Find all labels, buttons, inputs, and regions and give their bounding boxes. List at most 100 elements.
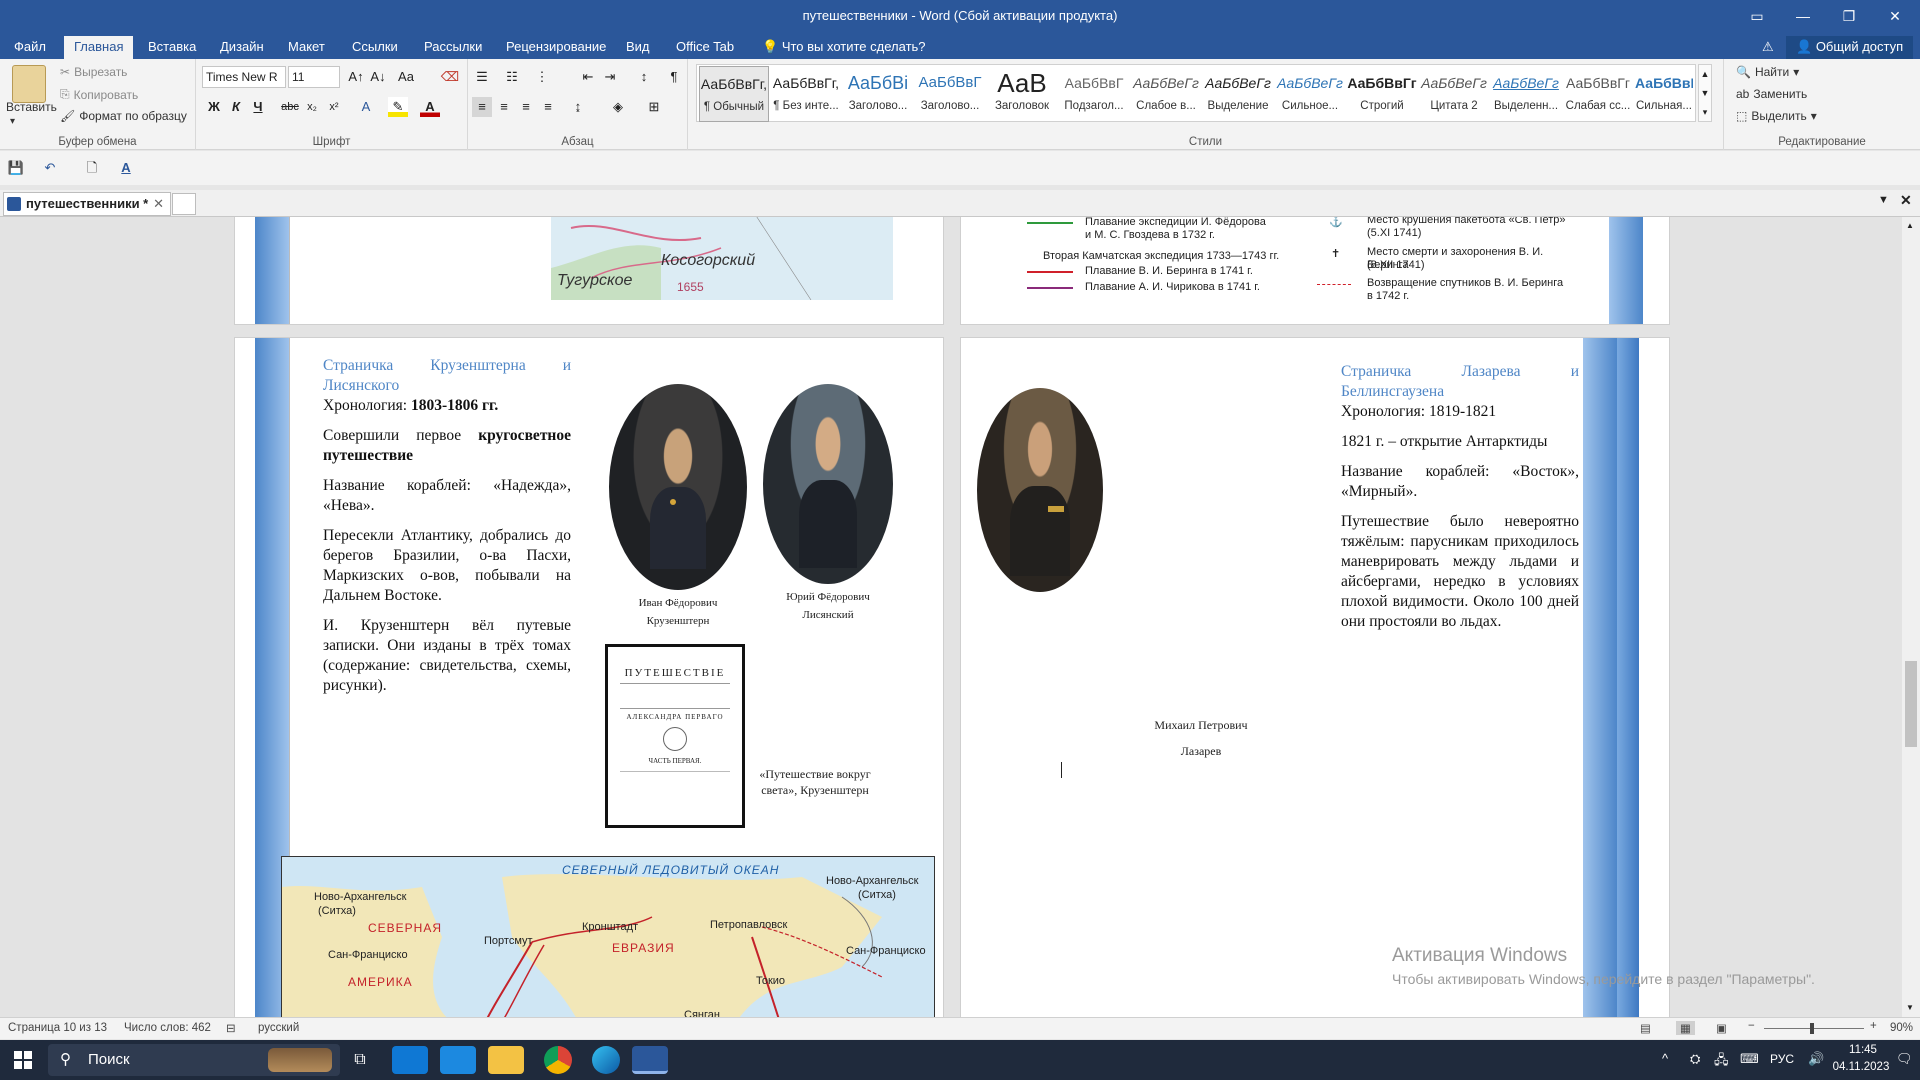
save-icon[interactable]: 💾 [6,158,26,178]
line-spacing-icon[interactable]: ↨ [568,97,588,117]
grow-font-icon[interactable]: A↑ [346,67,366,87]
copy-button[interactable]: ⎘ Копировать [60,87,138,102]
chrome-icon[interactable] [544,1046,572,1074]
close-tab-icon[interactable]: ✕ [153,193,164,215]
style-title[interactable]: АаВ Заголовок [987,66,1057,122]
decrease-indent-icon[interactable]: ⇤ [578,67,598,87]
new-tab-button[interactable] [172,193,196,215]
style-subtitle[interactable]: АаБбВвГ Подзагол... [1059,66,1129,122]
cut-button[interactable]: ✂ Вырезать [60,65,127,79]
clear-format-icon[interactable]: ⌫ [440,67,460,87]
style-heading-2[interactable]: АаБбВвГ Заголово... [915,66,985,122]
document-tab[interactable]: путешественники * ✕ [3,192,171,216]
increase-indent-icon[interactable]: ⇥ [600,67,620,87]
keyboard-icon[interactable]: ⌨ [1740,1051,1759,1067]
network-icon[interactable]: 🖧 [1714,1051,1729,1073]
tab-office-tab[interactable]: Office Tab [666,36,744,59]
tab-layout[interactable]: Макет [278,36,335,59]
input-language[interactable]: РУС [1770,1052,1794,1066]
close-all-icon[interactable]: ✕ [1900,192,1912,209]
style-subtle-reference[interactable]: АаБбВвГг Слабая сс... [1563,66,1633,122]
language-indicator[interactable]: русский [258,1022,299,1034]
tab-references[interactable]: Ссылки [342,36,408,59]
find-button[interactable]: 🔍 Найти ▾ [1736,65,1799,79]
proofing-icon[interactable]: ⊟ [226,1021,236,1035]
new-document-icon[interactable]: 🗋 [82,158,102,178]
edge-icon[interactable] [592,1046,620,1074]
clock-time[interactable]: 11:45 [1836,1044,1890,1056]
task-view-icon[interactable]: ⧉ [342,1046,378,1074]
paste-button[interactable]: Вставить [6,100,57,114]
style-intense-emphasis[interactable]: АаБбВеГг Сильное... [1275,66,1345,122]
left-text-column[interactable]: Страничка Крузенштерна и Лисянского Хрон… [323,356,571,706]
tab-list-icon[interactable]: ▼ [1878,194,1889,206]
notification-icon[interactable]: 🗨 [1896,1051,1913,1067]
tab-home[interactable]: Главная [64,36,134,59]
zoom-slider-track[interactable] [1764,1028,1864,1029]
multilevel-list-icon[interactable]: ⋮ [532,67,552,87]
tab-file[interactable]: Файл [4,36,56,59]
zoom-slider-thumb[interactable] [1810,1023,1814,1034]
undo-icon[interactable]: ↶ [40,158,60,178]
format-painter-button[interactable]: 🖌 Формат по образцу [60,109,187,123]
style-intense-quote[interactable]: АаБбВеГг Выделенн... [1491,66,1561,122]
read-mode-icon[interactable]: ▤ [1640,1021,1651,1035]
borders-icon[interactable]: ⊞ [644,97,664,117]
share-button[interactable]: 👤 Общий доступ [1786,36,1914,59]
ribbon-display-icon[interactable]: ▭ [1734,0,1780,32]
vertical-scrollbar[interactable]: ▲ ▼ [1902,217,1920,1017]
style-emphasis[interactable]: АаБбВеГг Выделение [1203,66,1273,122]
align-right-icon[interactable]: ≡ [516,97,536,117]
style-subtle-emphasis[interactable]: АаБбВеГг Слабое в... [1131,66,1201,122]
minimize-button[interactable]: — [1780,0,1826,32]
zoom-out-icon[interactable]: − [1748,1020,1755,1032]
style-intense-reference[interactable]: АаБбВвГг Сильная... [1635,66,1693,122]
bold-button[interactable]: Ж [204,97,224,117]
style-quote-2[interactable]: АаБбВеГг Цитата 2 [1419,66,1489,122]
align-left-icon[interactable]: ≡ [472,97,492,117]
word-count[interactable]: Число слов: 462 [124,1022,211,1034]
zoom-in-icon[interactable]: + [1870,1020,1877,1032]
scroll-thumb[interactable] [1905,661,1917,747]
shading-icon[interactable]: ◈ [608,97,628,117]
sort-icon[interactable]: ↕ [634,67,654,87]
tell-me-box[interactable]: 💡 Что вы хотите сделать? [752,36,936,59]
tab-mailings[interactable]: Рассылки [414,36,492,59]
pilcrow-icon[interactable]: ¶ [664,67,684,87]
align-center-icon[interactable]: ≡ [494,97,514,117]
clock-date[interactable]: 04.11.2023 [1822,1061,1900,1073]
highlight-icon[interactable]: ✎ [388,97,408,117]
maximize-button[interactable]: ❐ [1826,0,1872,32]
font-size-combo[interactable]: 11 [288,66,340,88]
windows-start-icon[interactable] [14,1051,32,1069]
shrink-font-icon[interactable]: A↓ [368,67,388,87]
style-heading-1[interactable]: АаБбВі Заголово... [843,66,913,122]
paste-dropdown-icon[interactable]: ▾ [10,116,15,127]
tab-review[interactable]: Рецензирование [496,36,616,59]
page-count[interactable]: Страница 10 из 13 [8,1022,107,1034]
print-layout-icon[interactable]: ▦ [1676,1021,1695,1035]
taskbar-search-box[interactable]: ⚲ Поиск [48,1044,340,1076]
tray-app-icon[interactable]: ⛭ [1690,1051,1700,1067]
tab-insert[interactable]: Вставка [138,36,206,59]
numbering-icon[interactable]: ☷ [502,67,522,87]
text-effects-icon[interactable]: A [356,97,376,117]
store-icon[interactable] [392,1046,428,1074]
mail-icon[interactable] [440,1046,476,1074]
style-normal[interactable]: АаБбВвГг, ¶ Обычный [699,66,769,122]
strikethrough-button[interactable]: abc [280,97,300,117]
subscript-icon[interactable]: x₂ [302,97,322,117]
tab-view[interactable]: Вид [616,36,660,59]
replace-button[interactable]: ab Заменить [1736,87,1807,101]
scroll-down-icon[interactable]: ▼ [1906,1003,1914,1012]
scroll-up-icon[interactable]: ▲ [1906,221,1914,230]
change-case-icon[interactable]: Aa [396,67,416,87]
style-strong[interactable]: АаБбВвГг Строгий [1347,66,1417,122]
font-color-icon[interactable]: A [420,97,440,117]
italic-button[interactable]: К [226,97,246,117]
zoom-level[interactable]: 90% [1890,1022,1913,1034]
select-button[interactable]: ⬚ Выделить ▾ [1736,109,1817,123]
file-explorer-icon[interactable] [488,1046,524,1074]
right-text-column[interactable]: Страничка Лазарева и Беллинсгаузена Хрон… [1341,362,1579,642]
tab-design[interactable]: Дизайн [210,36,274,59]
